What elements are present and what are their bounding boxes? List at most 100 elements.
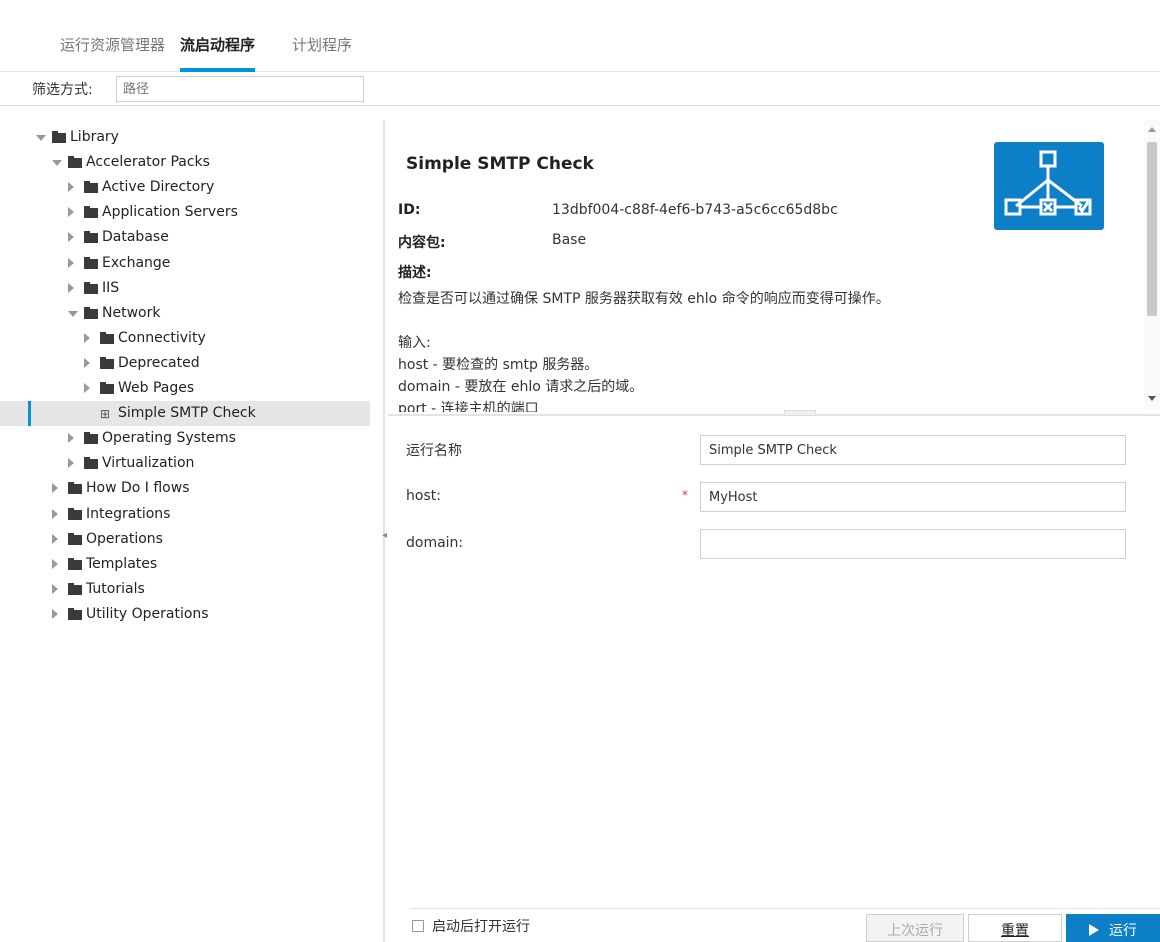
folder-icon (68, 532, 82, 545)
description-line: host - 要检查的 smtp 服务器。 (398, 357, 599, 373)
folder-icon (84, 457, 98, 470)
expand-right-icon[interactable] (52, 558, 58, 569)
expand-down-icon[interactable] (52, 160, 62, 167)
open-after-launch-checkbox[interactable] (412, 920, 424, 932)
details-scrollbar[interactable] (1144, 120, 1160, 410)
top-tab-bar: 运行资源管理器 流启动程序 计划程序 (0, 0, 1160, 72)
expand-right-icon[interactable] (68, 257, 74, 268)
tree-folder-item[interactable]: Network (0, 301, 370, 326)
tree-item-label: Deprecated (118, 354, 200, 371)
expand-right-icon[interactable] (52, 583, 58, 594)
tree-folder-item[interactable]: Utility Operations (0, 602, 370, 627)
flow-diagram-icon (994, 142, 1104, 230)
expand-right-icon[interactable] (68, 458, 74, 469)
tree-folder-item[interactable]: How Do I flows (0, 476, 370, 501)
host-label: host: (406, 488, 441, 504)
expand-right-icon[interactable] (52, 508, 58, 519)
collapse-handle-icon[interactable]: ◂ (382, 530, 388, 556)
folder-icon (84, 306, 98, 319)
expand-down-icon[interactable] (36, 135, 46, 141)
expand-right-icon[interactable] (84, 383, 90, 393)
reset-button[interactable]: 重置 (968, 914, 1062, 942)
tree-folder-item[interactable]: IIS (0, 276, 370, 301)
expand-right-icon[interactable] (68, 207, 74, 218)
scroll-thumb[interactable] (1147, 142, 1157, 316)
flow-icon: ⊞ (100, 407, 111, 422)
tree-item-label: How Do I flows (86, 480, 190, 497)
expand-right-icon[interactable] (84, 332, 90, 343)
folder-icon (84, 256, 98, 269)
tree-item-label: Operations (86, 530, 163, 547)
folder-icon (84, 206, 98, 219)
tree-folder-item[interactable]: Application Servers (0, 200, 370, 225)
tree-folder-item[interactable]: Database (0, 225, 370, 250)
folder-icon (84, 181, 98, 194)
filter-bar: 筛选方式: (0, 72, 1160, 106)
tree-folder-item[interactable]: Integrations (0, 502, 370, 527)
tree-folder-item[interactable]: Library (0, 125, 370, 150)
folder-icon (52, 131, 66, 143)
id-label: ID: (398, 202, 421, 218)
id-value: 13dbf004-c88f-4ef6-b743-a5c6cc65d8bc (552, 202, 838, 218)
description-line: 输入: (398, 335, 431, 351)
tree-folder-item[interactable]: Web Pages (0, 376, 370, 401)
tree-folder-item[interactable]: Exchange (0, 251, 370, 276)
tree-folder-item[interactable]: Accelerator Packs (0, 150, 370, 175)
flow-diagram-svg (1004, 150, 1092, 216)
tree-folder-item[interactable]: Templates (0, 552, 370, 577)
folder-icon (84, 281, 98, 294)
last-run-button[interactable]: 上次运行 (866, 914, 964, 942)
tree-folder-item[interactable]: Virtualization (0, 451, 370, 476)
required-marker: * (682, 488, 688, 502)
tree-item-label: Integrations (86, 505, 171, 522)
expand-right-icon[interactable] (68, 433, 74, 444)
folder-icon (68, 156, 82, 169)
expand-right-icon[interactable] (84, 357, 90, 368)
scroll-down-icon[interactable] (1148, 396, 1156, 401)
expand-right-icon[interactable] (68, 232, 74, 243)
tree-flow-item[interactable]: ⊞ Simple SMTP Check (0, 401, 370, 427)
folder-icon (68, 557, 82, 570)
content-pack-value: Base (552, 232, 587, 248)
scroll-up-icon[interactable] (1148, 127, 1156, 132)
expand-right-icon[interactable] (52, 608, 58, 619)
tree-folder-item[interactable]: Operating Systems (0, 426, 370, 451)
filter-input[interactable] (116, 76, 364, 102)
tree-item-label: Templates (86, 555, 158, 572)
description-line (398, 310, 890, 332)
tree-item-label: Web Pages (118, 380, 195, 396)
run-button[interactable]: 运行 (1066, 914, 1160, 942)
expand-right-icon[interactable] (68, 282, 74, 293)
domain-input[interactable] (700, 529, 1126, 559)
splitter-handle[interactable] (784, 410, 816, 416)
tree-folder-item[interactable]: Deprecated (0, 351, 370, 376)
open-after-launch-label: 启动后打开运行 (432, 919, 530, 935)
footer-divider (410, 908, 1160, 909)
domain-label: domain: (406, 535, 464, 551)
expand-right-icon[interactable] (68, 182, 74, 193)
expand-down-icon[interactable] (68, 310, 78, 317)
flow-title: Simple SMTP Check (406, 154, 594, 174)
expand-right-icon[interactable] (52, 483, 58, 494)
description-line: domain - 要放在 ehlo 请求之后的域。 (398, 379, 644, 395)
horizontal-splitter[interactable] (388, 414, 1160, 416)
tree-item-label: Operating Systems (102, 430, 236, 447)
tree-item-label: Connectivity (118, 329, 206, 346)
description-label: 描述: (398, 265, 432, 281)
tree-item-label: Utility Operations (86, 605, 209, 622)
tree-folder-item[interactable]: Active Directory (0, 175, 370, 200)
folder-icon (68, 507, 82, 520)
library-tree: Library Accelerator Packs Active Directory… (0, 106, 382, 942)
description-line: 检查是否可以通过确保 SMTP 服务器获取有效 ehlo 命令的响应而变得可操作… (398, 291, 890, 307)
tree-folder-item[interactable]: Tutorials (0, 577, 370, 602)
expand-right-icon[interactable] (52, 533, 58, 544)
tree-folder-item[interactable]: Operations (0, 527, 370, 552)
tree-folder-item[interactable]: Connectivity (0, 326, 370, 351)
run-name-input[interactable] (700, 435, 1126, 465)
tab-scheduler[interactable]: 计划程序 (292, 34, 352, 72)
run-button-label: 运行 (1109, 923, 1137, 939)
tab-run-explorer[interactable]: 运行资源管理器 (60, 34, 165, 72)
host-input[interactable] (700, 482, 1126, 512)
tab-flow-launcher[interactable]: 流启动程序 (180, 34, 256, 72)
flow-details-panel: Simple SMTP Check ID: 13dbf004-c88f-4ef6… (392, 120, 1144, 412)
